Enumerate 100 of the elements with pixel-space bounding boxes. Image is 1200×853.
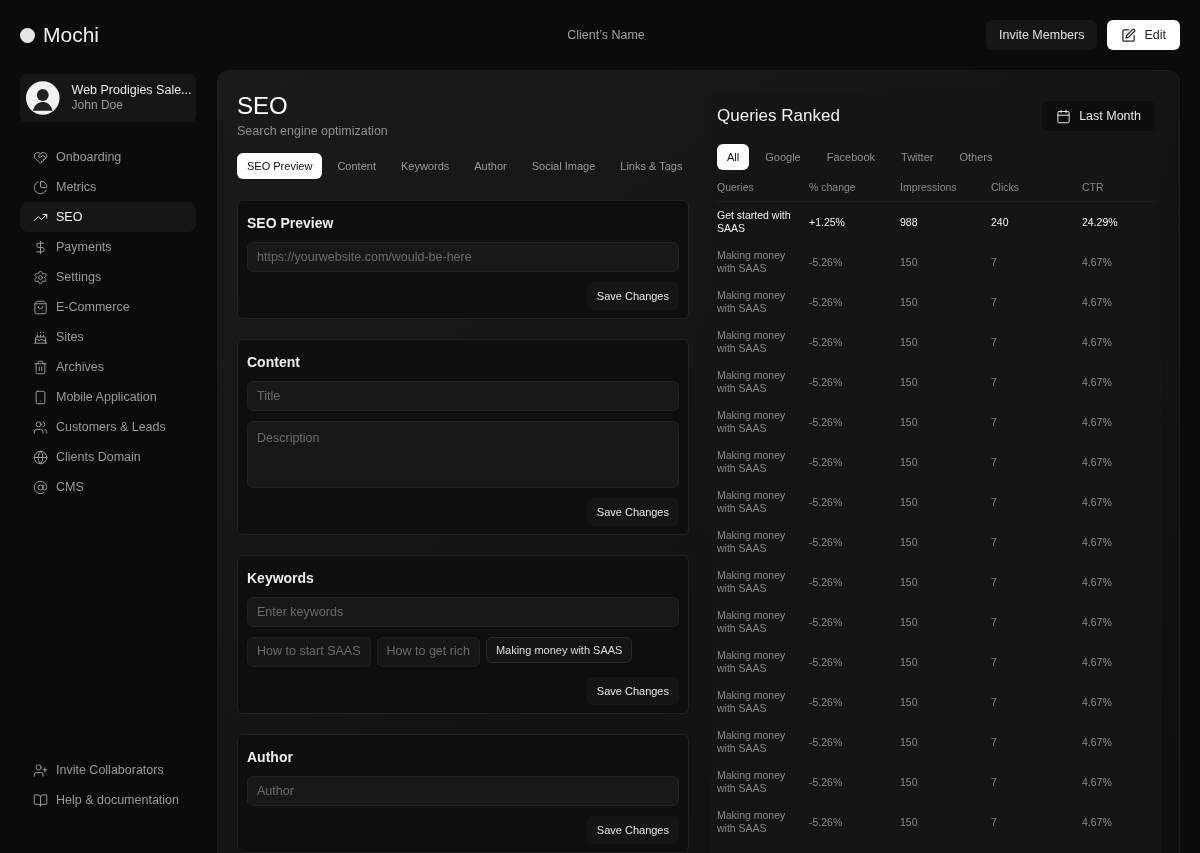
table-cell-text: -5.26% [809, 735, 844, 749]
table-cell-text: 4.67% [1082, 695, 1113, 709]
table-cell-text: 150 [900, 495, 919, 509]
table-cell-text: -5.26% [809, 695, 844, 709]
table-cell-text: 7 [991, 335, 998, 349]
table-cell-text: Making money with SAAS [717, 729, 787, 755]
sidebar-item[interactable]: Settings [20, 262, 196, 292]
filter-tab[interactable]: Others [949, 144, 1003, 170]
column-header: % change [809, 179, 857, 195]
sidebar-item[interactable]: Sites [20, 322, 196, 352]
users-icon [33, 419, 48, 435]
tab[interactable]: Links & Tags [610, 152, 693, 179]
table-cell-text: 24.29% [1082, 215, 1119, 229]
table-cell-text: 7 [991, 535, 998, 549]
save-changes-button[interactable]: Save Changes [586, 497, 679, 526]
section-title: Content [247, 352, 301, 372]
queries-title: Queries Ranked [717, 105, 840, 128]
input-field[interactable]: Author [247, 775, 679, 806]
phone-icon [33, 389, 48, 405]
filter-tab[interactable]: Twitter [891, 144, 944, 170]
table-cell-text: -5.26% [809, 655, 844, 669]
table-cell-text: 4.67% [1082, 415, 1113, 429]
sidebar-item[interactable]: Archives [20, 352, 196, 382]
table-cell-text: 4.67% [1082, 255, 1113, 269]
table-cell-text: 7 [991, 735, 998, 749]
table-cell-text: Making money with SAAS [717, 569, 787, 595]
table-cell-text: 240 [991, 215, 1010, 229]
table-cell-text: 7 [991, 375, 998, 389]
user-plus-icon [33, 762, 48, 778]
input-field[interactable]: https://yourwebsite.com/would-be-here [247, 241, 679, 272]
table-cell-text: 7 [991, 695, 998, 709]
section-title: Author [247, 747, 294, 767]
table-cell-text: Making money with SAAS [717, 329, 787, 355]
sidebar-item[interactable]: Metrics [20, 172, 196, 202]
table-cell-text: 4.67% [1082, 815, 1113, 829]
table-cell-text: -5.26% [809, 775, 844, 789]
table-cell-text: 150 [900, 335, 919, 349]
sidebar-item[interactable]: E-Commerce [20, 292, 196, 322]
brand-name: Mochi [43, 22, 100, 49]
table-cell-text: 150 [900, 415, 919, 429]
table-cell-text: -5.26% [809, 415, 844, 429]
bag-icon [33, 299, 48, 315]
table-cell-text: Making money with SAAS [717, 369, 787, 395]
workspace-name: Web Prodigies Sale... [71, 82, 190, 99]
table-cell-text: 150 [900, 735, 919, 749]
client-name: Client’s Name [567, 26, 645, 44]
input-field[interactable]: Title [247, 380, 679, 411]
table-cell-text: 7 [991, 615, 998, 629]
filter-tab[interactable]: Facebook [816, 144, 886, 170]
table-cell-text: 4.67% [1082, 535, 1113, 549]
table-cell-text: +1.25% [809, 215, 846, 229]
input-field[interactable]: Enter keywords [247, 596, 679, 627]
edit-button[interactable]: Edit [1107, 20, 1180, 50]
column-header: Clicks [991, 179, 1020, 195]
table-cell-text: 150 [900, 535, 919, 549]
sidebar-item[interactable]: Payments [20, 232, 196, 262]
tab[interactable]: Social Image [521, 152, 606, 179]
table-cell-text: -5.26% [809, 535, 844, 549]
table-cell-text: 4.67% [1082, 495, 1113, 509]
table-cell-text: 7 [991, 815, 998, 829]
keyword-chip[interactable]: Making money with SAAS [485, 636, 633, 663]
column-header: Queries [717, 179, 755, 195]
invite-members-button[interactable]: Invite Members [986, 20, 1098, 50]
sidebar-item[interactable]: Clients Domain [20, 442, 196, 472]
table-cell-text: 7 [991, 415, 998, 429]
account-card[interactable]: Web Prodigies Sale... John Doe [20, 74, 196, 122]
table-cell-text: Making money with SAAS [717, 529, 787, 555]
table-cell-text: 7 [991, 655, 998, 669]
trash-icon [33, 359, 48, 375]
date-range-button[interactable]: Last Month [1042, 101, 1155, 131]
sidebar-item[interactable]: CMS [20, 472, 196, 502]
section-title: SEO Preview [247, 213, 335, 233]
tab[interactable]: Content [327, 152, 386, 179]
table-cell-text: 4.67% [1082, 455, 1113, 469]
tab[interactable]: SEO Preview [237, 152, 323, 179]
save-changes-button[interactable]: Save Changes [586, 815, 679, 844]
sidebar-item[interactable]: Onboarding [20, 142, 196, 172]
table-cell-text: 150 [900, 775, 919, 789]
table-cell-text: Making money with SAAS [717, 289, 787, 315]
dollar-icon [33, 239, 48, 255]
page-subtitle: Search engine optimization [237, 123, 389, 140]
save-changes-button[interactable]: Save Changes [586, 281, 679, 310]
table-cell-text: 4.67% [1082, 335, 1113, 349]
table-cell-text: 7 [991, 255, 998, 269]
sidebar-link[interactable]: Invite Collaborators [20, 755, 196, 785]
table-cell-text: -5.26% [809, 575, 844, 589]
filter-tab[interactable]: Google [755, 144, 811, 170]
textarea-field[interactable]: Description [247, 420, 679, 488]
sidebar-item[interactable]: Customers & Leads [20, 412, 196, 442]
sidebar-item[interactable]: Mobile Application [20, 382, 196, 412]
table-cell-text: Making money with SAAS [717, 649, 787, 675]
table-cell-text: 150 [900, 615, 919, 629]
sidebar-item[interactable]: SEO [20, 202, 196, 232]
calendar-icon [1056, 108, 1072, 124]
save-changes-button[interactable]: Save Changes [586, 676, 679, 705]
tab[interactable]: Keywords [390, 152, 460, 179]
filter-tab[interactable]: All [717, 144, 750, 170]
sidebar-link[interactable]: Help & documentation [20, 785, 196, 815]
tab[interactable]: Author [464, 152, 517, 179]
heart-handshake-icon [33, 149, 48, 165]
